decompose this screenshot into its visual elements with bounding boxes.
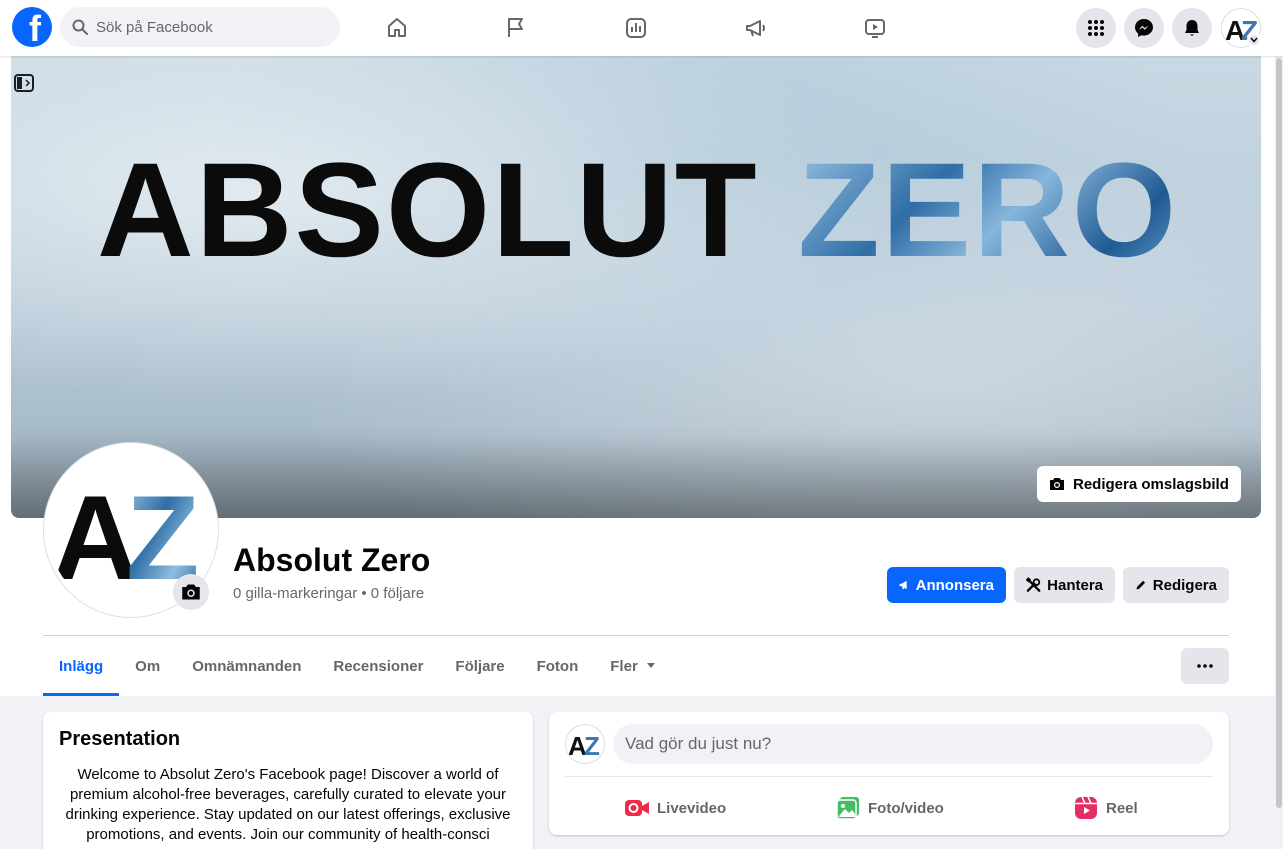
edit-page-label: Redigera xyxy=(1152,576,1217,594)
edit-cover-label: Redigera omslagsbild xyxy=(1073,475,1229,493)
camera-icon xyxy=(1050,478,1064,490)
tab-mentions[interactable]: Omnämnanden xyxy=(176,636,317,696)
live-video-button[interactable]: Livevideo xyxy=(625,788,726,828)
bell-icon[interactable] xyxy=(1172,8,1212,48)
search-box[interactable] xyxy=(60,7,340,47)
tab-followers[interactable]: Följare xyxy=(439,636,520,696)
reel-button[interactable]: Reel xyxy=(1074,788,1138,828)
composer-avatar[interactable]: AZ xyxy=(565,724,605,764)
intro-card: Presentation Welcome to Absolut Zero's F… xyxy=(43,712,533,849)
caret-down-icon xyxy=(646,663,655,668)
advertise-label: Annonsera xyxy=(915,576,994,594)
page-title: Absolut Zero xyxy=(233,542,431,578)
camera-icon[interactable] xyxy=(173,574,209,610)
megaphone-icon xyxy=(899,580,907,590)
manage-button[interactable]: Hantera xyxy=(1014,567,1115,603)
edit-cover-button[interactable]: Redigera omslagsbild xyxy=(1037,466,1241,502)
facebook-logo[interactable]: f xyxy=(12,7,52,47)
tools-icon xyxy=(1026,577,1041,592)
photo-video-button[interactable]: Foto/video xyxy=(836,788,944,828)
tab-posts[interactable]: Inlägg xyxy=(43,636,120,696)
more-options-button[interactable] xyxy=(1181,648,1229,684)
tab-photos[interactable]: Foton xyxy=(521,636,595,696)
tab-reviews[interactable]: Recensioner xyxy=(317,636,439,696)
page-stats[interactable]: 0 gilla-markeringar • 0 följare xyxy=(233,585,424,602)
intro-title: Presentation xyxy=(59,728,181,750)
sidebar-toggle-icon[interactable] xyxy=(14,73,34,93)
reel-icon xyxy=(1075,796,1097,819)
search-icon xyxy=(72,19,88,35)
ellipsis-icon xyxy=(1197,664,1213,668)
home-icon[interactable] xyxy=(377,8,417,48)
flag-icon[interactable] xyxy=(496,8,536,48)
intro-text: Welcome to Absolut Zero's Facebook page!… xyxy=(65,766,511,843)
search-input[interactable] xyxy=(96,18,316,36)
advertise-button[interactable]: Annonsera xyxy=(887,567,1006,603)
insights-icon[interactable] xyxy=(616,8,656,48)
page-tabs: Inlägg Om Omnämnanden Recensioner Följar… xyxy=(43,636,672,696)
composer-divider xyxy=(565,776,1213,777)
cover-photo[interactable]: ABSOLUT ZERO xyxy=(11,56,1261,518)
tab-about[interactable]: Om xyxy=(119,636,176,696)
post-composer: AZ Livevideo Foto/video Reel xyxy=(549,712,1229,835)
messenger-icon[interactable] xyxy=(1124,8,1164,48)
manage-label: Hantera xyxy=(1047,576,1103,594)
tab-more[interactable]: Fler xyxy=(594,636,672,696)
watch-icon[interactable] xyxy=(855,8,895,48)
cover-title: ABSOLUT ZERO xyxy=(97,136,1179,285)
pencil-icon xyxy=(1136,580,1146,590)
photo-icon xyxy=(836,797,859,820)
edit-page-button[interactable]: Redigera xyxy=(1123,567,1229,603)
megaphone-icon[interactable] xyxy=(736,8,776,48)
composer-initial-z: Z xyxy=(584,731,600,761)
menu-grid-icon[interactable] xyxy=(1076,8,1116,48)
chevron-down-icon[interactable] xyxy=(1247,33,1261,47)
scrollbar-thumb[interactable] xyxy=(1276,58,1282,808)
composer-input[interactable] xyxy=(613,724,1213,764)
top-navigation-bar: f AZ xyxy=(0,0,1283,56)
live-video-icon xyxy=(625,800,649,816)
